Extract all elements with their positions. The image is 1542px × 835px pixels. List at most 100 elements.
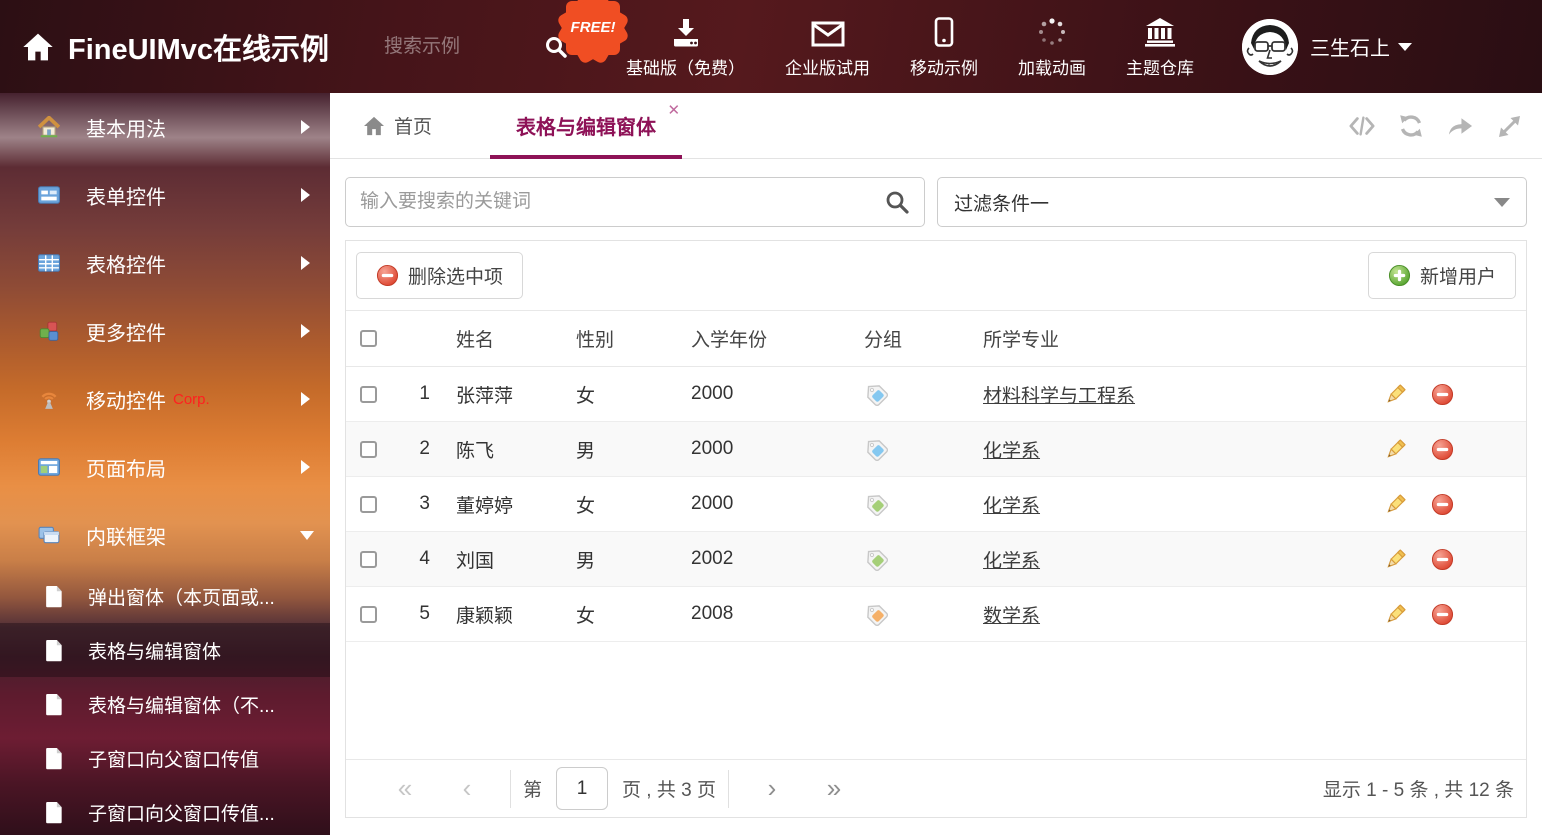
cubes-icon — [38, 320, 60, 342]
select-all-checkbox[interactable] — [360, 330, 377, 347]
tab-grid-edit-window[interactable]: 表格与编辑窗体 ✕ — [490, 93, 682, 159]
header-search-input[interactable] — [384, 36, 534, 58]
edit-pencil-icon[interactable] — [1384, 383, 1407, 406]
grid-panel: 删除选中项 新增用户 姓名 性别 入学年份 分组 所学专业 — [345, 240, 1527, 818]
tab-close-icon[interactable]: ✕ — [667, 101, 680, 119]
delete-row-icon[interactable] — [1431, 603, 1454, 626]
table-row: 4 刘国 男 2002 化学系 — [346, 532, 1526, 587]
cell-name: 陈飞 — [446, 436, 571, 463]
col-header-major[interactable]: 所学专业 — [961, 325, 1376, 352]
nav-item-label: 移动示例 — [910, 54, 978, 79]
col-header-year[interactable]: 入学年份 — [689, 325, 841, 352]
username: 三生石上 — [1310, 32, 1390, 61]
nav-item-label: 加载动画 — [1018, 54, 1086, 79]
sidebar-item-basic-usage[interactable]: 基本用法 — [0, 93, 330, 161]
major-link[interactable]: 数学系 — [983, 606, 1040, 627]
nav-item-basic-edition[interactable]: FREE! 基础版（免费） — [626, 15, 745, 79]
major-link[interactable]: 化学系 — [983, 496, 1040, 517]
sidebar-item-page-layout[interactable]: 页面布局 — [0, 433, 330, 501]
sidebar-subitem-child-to-parent[interactable]: 子窗口向父窗口传值 — [0, 731, 330, 785]
row-checkbox[interactable] — [360, 496, 377, 513]
nav-item-label: 基础版（免费） — [626, 54, 745, 79]
cell-name: 康颖颖 — [446, 601, 571, 628]
fullscreen-icon[interactable] — [1496, 113, 1522, 139]
open-new-window-icon[interactable] — [1447, 113, 1473, 139]
prev-page-button[interactable]: ‹ — [436, 773, 498, 804]
sidebar-item-mobile-controls[interactable]: 移动控件 Corp. — [0, 365, 330, 433]
house-icon — [38, 116, 60, 138]
tab-active-underline — [490, 155, 682, 159]
edit-pencil-icon[interactable] — [1384, 603, 1407, 626]
col-header-gender[interactable]: 性别 — [571, 325, 689, 352]
sidebar-item-label: 更多控件 — [86, 317, 166, 346]
plus-circle-icon — [1388, 264, 1411, 287]
user-menu[interactable]: 三生石上 — [1242, 19, 1412, 75]
add-user-button[interactable]: 新增用户 — [1368, 252, 1516, 299]
keyword-search-input[interactable] — [360, 191, 884, 213]
nav-item-theme-repo[interactable]: 主题仓库 — [1126, 15, 1194, 79]
sidebar-subitem-child-to-parent-2[interactable]: 子窗口向父窗口传值... — [0, 785, 330, 835]
delete-row-icon[interactable] — [1431, 383, 1454, 406]
sidebar-item-grid-controls[interactable]: 表格控件 — [0, 229, 330, 297]
sidebar-item-form-controls[interactable]: 表单控件 — [0, 161, 330, 229]
row-checkbox[interactable] — [360, 551, 377, 568]
filter-dropdown[interactable]: 过滤条件一 — [937, 177, 1527, 227]
edit-pencil-icon[interactable] — [1384, 548, 1407, 571]
tab-active-label: 表格与编辑窗体 — [516, 111, 656, 140]
mobile-icon — [934, 15, 954, 47]
sidebar: 基本用法 表单控件 表格控件 更多控件 — [0, 93, 330, 835]
tag-icon — [864, 547, 888, 571]
filter-dropdown-value: 过滤条件一 — [954, 189, 1494, 216]
edit-pencil-icon[interactable] — [1384, 438, 1407, 461]
corp-badge: Corp. — [173, 391, 210, 408]
home-icon[interactable] — [22, 32, 54, 62]
page-number-input[interactable] — [556, 767, 608, 810]
minus-circle-icon — [376, 264, 399, 287]
last-page-button[interactable]: » — [803, 773, 865, 804]
major-link[interactable]: 化学系 — [983, 441, 1040, 462]
tag-icon — [864, 492, 888, 516]
sidebar-item-label: 移动控件 — [86, 385, 166, 414]
sidebar-item-label: 页面布局 — [86, 453, 166, 482]
add-user-label: 新增用户 — [1420, 262, 1496, 289]
main-content: 首页 表格与编辑窗体 ✕ — [330, 93, 1542, 835]
cell-gender: 女 — [571, 491, 689, 518]
chevron-down-icon — [300, 531, 314, 540]
sidebar-item-label: 基本用法 — [86, 113, 166, 142]
chevron-right-icon — [301, 120, 310, 134]
source-code-icon[interactable] — [1349, 113, 1375, 139]
chevron-right-icon — [301, 392, 310, 406]
sidebar-item-more-controls[interactable]: 更多控件 — [0, 297, 330, 365]
major-link[interactable]: 化学系 — [983, 551, 1040, 572]
sidebar-subitem-grid-edit-window[interactable]: 表格与编辑窗体 — [0, 623, 330, 677]
delete-row-icon[interactable] — [1431, 548, 1454, 571]
first-page-button[interactable]: « — [374, 773, 436, 804]
search-icon[interactable] — [884, 189, 910, 215]
home-tab-icon — [363, 116, 385, 136]
row-checkbox[interactable] — [360, 386, 377, 403]
sidebar-item-iframe[interactable]: 内联框架 — [0, 501, 330, 569]
sidebar-subitem-grid-edit-window-2[interactable]: 表格与编辑窗体（不... — [0, 677, 330, 731]
major-link[interactable]: 材料科学与工程系 — [983, 386, 1135, 407]
tab-home[interactable]: 首页 — [363, 112, 432, 139]
grid-icon — [38, 252, 60, 274]
nav-item-enterprise-trial[interactable]: 企业版试用 — [785, 15, 870, 79]
refresh-icon[interactable] — [1398, 113, 1424, 139]
nav-item-mobile-demo[interactable]: 移动示例 — [910, 15, 978, 79]
delete-row-icon[interactable] — [1431, 493, 1454, 516]
pagination-bar: « ‹ 第 页 , 共 3 页 › » 显示 1 - 5 条 , 共 12 条 — [346, 759, 1526, 817]
delete-row-icon[interactable] — [1431, 438, 1454, 461]
row-checkbox[interactable] — [360, 606, 377, 623]
row-number: 5 — [391, 603, 446, 625]
row-checkbox[interactable] — [360, 441, 377, 458]
grid-toolbar: 删除选中项 新增用户 — [346, 241, 1526, 310]
col-header-name[interactable]: 姓名 — [446, 325, 571, 352]
edit-pencil-icon[interactable] — [1384, 493, 1407, 516]
nav-item-loading-animations[interactable]: 加载动画 — [1018, 15, 1086, 79]
col-header-group[interactable]: 分组 — [841, 325, 961, 352]
cell-year: 2000 — [689, 383, 841, 405]
cell-year: 2002 — [689, 548, 841, 570]
delete-selected-button[interactable]: 删除选中项 — [356, 252, 523, 299]
sidebar-subitem-popup-window[interactable]: 弹出窗体（本页面或... — [0, 569, 330, 623]
next-page-button[interactable]: › — [741, 773, 803, 804]
